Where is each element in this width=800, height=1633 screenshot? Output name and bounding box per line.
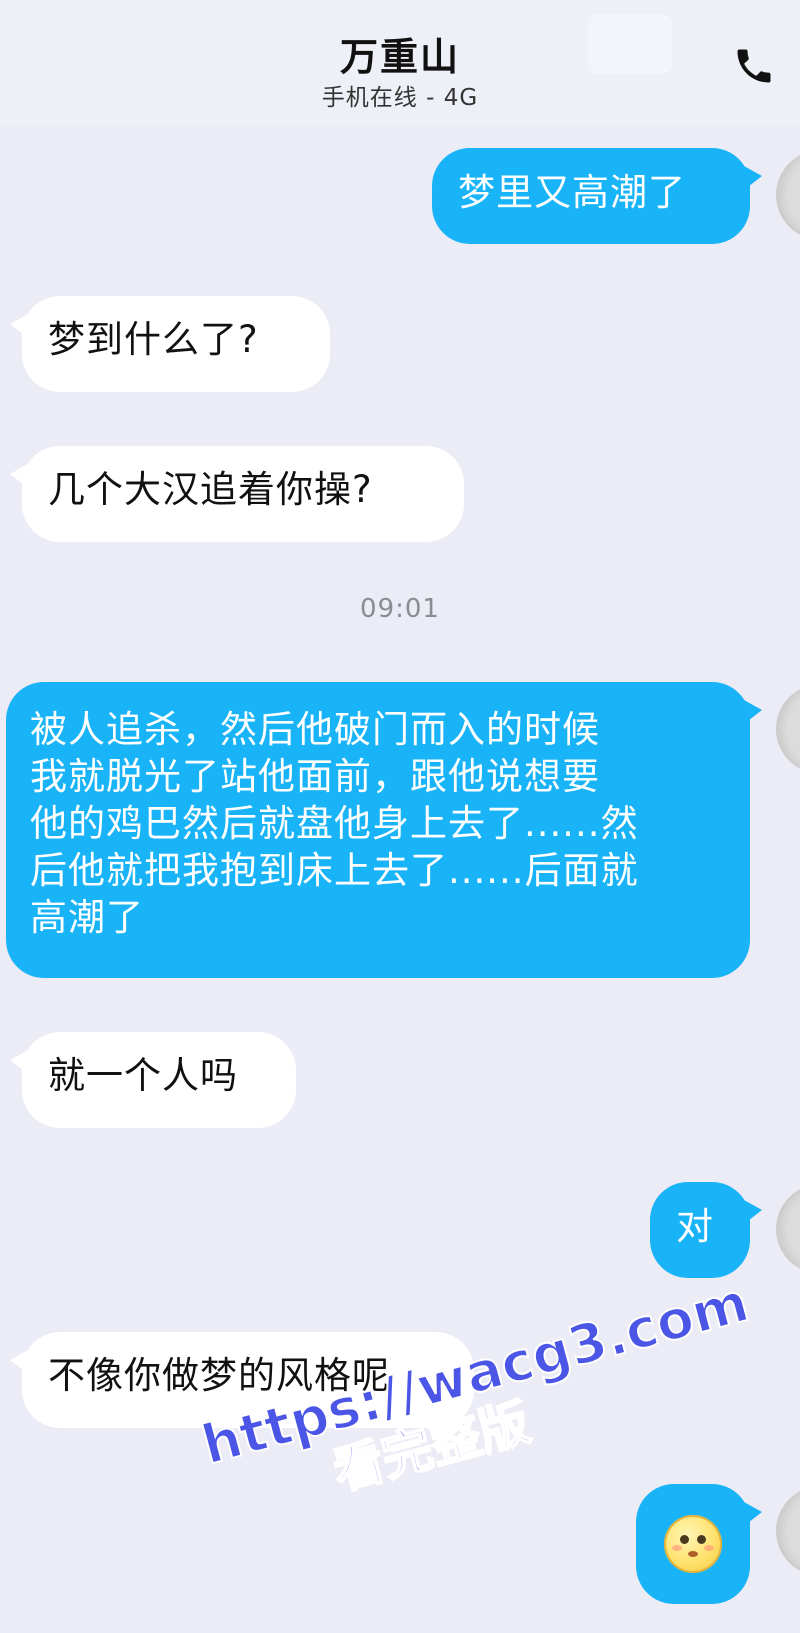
emoji-mouth (688, 1551, 698, 1557)
emoji-cheek (672, 1545, 682, 1551)
emoji-cheek (704, 1545, 714, 1551)
my-avatar[interactable] (776, 1184, 800, 1274)
my-avatar[interactable] (776, 1486, 800, 1576)
message-text: 几个大汉追着你操? (48, 468, 373, 511)
message-bubble-outgoing[interactable]: 被人追杀，然后他破门而入的时候 我就脱光了站他面前，跟他说想要 他的鸡巴然后就盘… (6, 682, 762, 978)
message-bubble-incoming[interactable]: 不像你做梦的风格呢 (10, 1332, 474, 1428)
my-avatar[interactable] (776, 150, 800, 240)
message-bubble-outgoing[interactable]: 梦里又高潮了 (432, 148, 762, 244)
call-button[interactable] (728, 40, 780, 92)
emoji-eye (680, 1535, 689, 1544)
message-text: 梦里又高潮了 (458, 171, 686, 214)
message-text-line: 他的鸡巴然后就盘他身上去了......然 (30, 802, 639, 845)
message-text-line: 高潮了 (30, 896, 144, 939)
contact-status: 手机在线 - 4G (321, 85, 479, 111)
contact-name[interactable]: 万重山 (0, 26, 800, 81)
message-text-line: 我就脱光了站他面前，跟他说想要 (30, 755, 600, 798)
message-bubble-outgoing[interactable]: 对 (650, 1182, 762, 1278)
message-text: 不像你做梦的风格呢 (48, 1354, 390, 1397)
phone-icon (737, 49, 771, 83)
chat-header: 万重山 手机在线 - 4G (0, 0, 800, 126)
message-text-line: 后他就把我抱到床上去了......后面就 (30, 849, 639, 892)
message-text: 对 (676, 1205, 714, 1248)
message-text: 梦到什么了? (48, 318, 259, 361)
message-timestamp: 09:01 (360, 594, 440, 624)
message-text: 就一个人吗 (48, 1054, 238, 1097)
blurred-region (588, 14, 672, 74)
message-bubble-incoming[interactable]: 就一个人吗 (10, 1032, 296, 1128)
message-bubble-incoming[interactable]: 几个大汉追着你操? (10, 446, 464, 542)
shy-face-emoji (664, 1515, 722, 1573)
message-bubble-incoming[interactable]: 梦到什么了? (10, 296, 330, 392)
message-text-line: 被人追杀，然后他破门而入的时候 (30, 708, 600, 751)
my-avatar[interactable] (776, 684, 800, 774)
emoji-eye (697, 1535, 706, 1544)
